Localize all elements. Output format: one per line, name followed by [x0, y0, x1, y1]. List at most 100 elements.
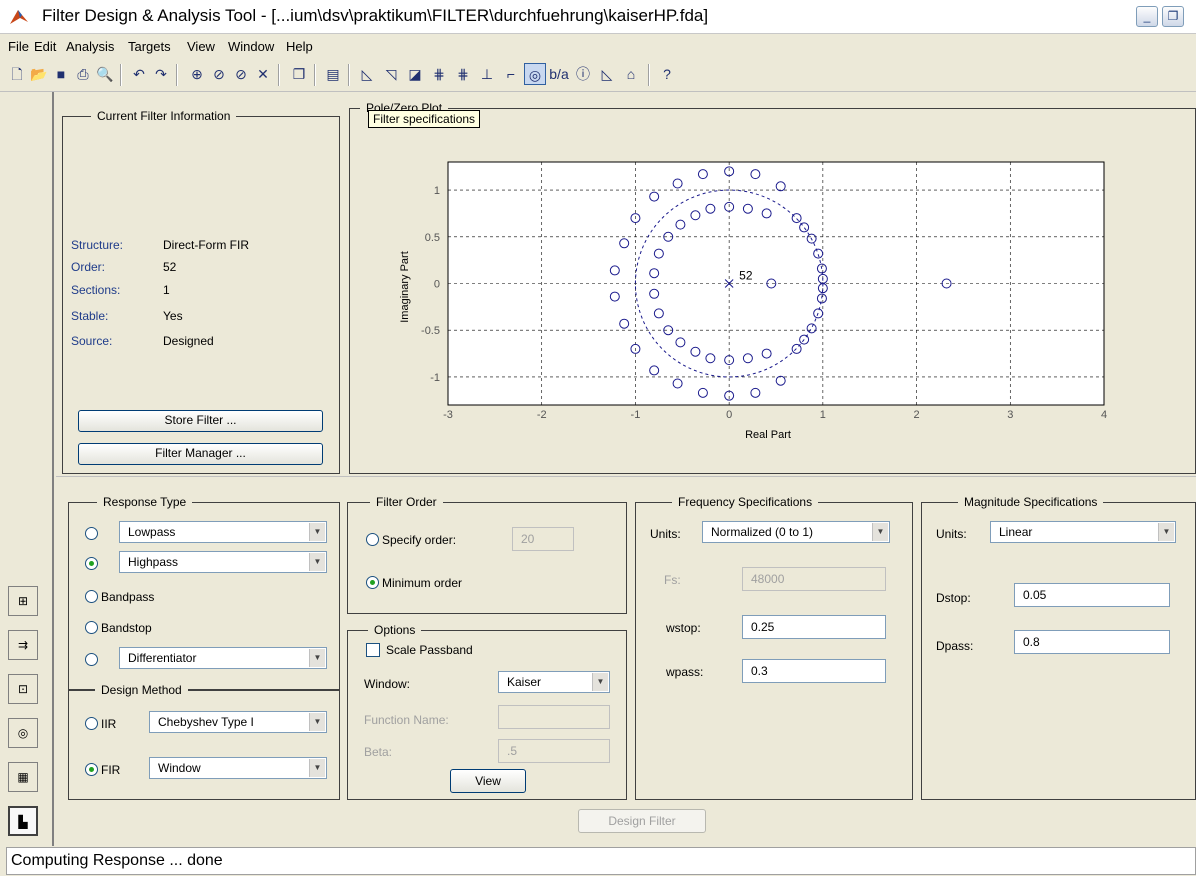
zoom-in-icon[interactable]: ⊕ — [186, 63, 208, 85]
lowpass-dropdown[interactable]: Lowpass ▼ — [119, 521, 327, 543]
specify-order-label[interactable]: Specify order: — [382, 533, 456, 547]
magnitude-icon[interactable]: ◺ — [356, 63, 378, 85]
menu-targets[interactable]: Targets — [128, 39, 171, 54]
iir-radio[interactable] — [85, 717, 98, 730]
structure-value: Direct-Form FIR — [163, 238, 249, 252]
menu-view[interactable]: View — [187, 39, 215, 54]
beta-label: Beta: — [364, 745, 393, 759]
new-icon[interactable]: 🗋 — [6, 63, 28, 85]
y-tick-label: 0.5 — [425, 232, 440, 244]
coefficients-icon[interactable]: b/a — [548, 63, 570, 85]
import-filter-icon[interactable]: ▦ — [8, 762, 38, 792]
minimum-order-label[interactable]: Minimum order — [382, 576, 462, 590]
menu-edit[interactable]: Edit — [34, 39, 56, 54]
stable-value: Yes — [163, 309, 183, 323]
pole-zero-editor-icon[interactable]: ◎ — [8, 718, 38, 748]
window-label: Window: — [364, 677, 411, 691]
filter-manager-button[interactable]: Filter Manager ... — [78, 443, 323, 465]
specify-order-radio[interactable] — [366, 533, 379, 546]
chevron-down-icon: ▼ — [872, 523, 888, 541]
zoom-x-icon[interactable]: ⊘ — [208, 63, 230, 85]
full-view-icon[interactable]: ✕ — [252, 63, 274, 85]
minimize-button[interactable]: _ — [1136, 6, 1158, 27]
bandstop-label[interactable]: Bandstop — [101, 621, 152, 635]
pole-zero-icon[interactable]: ◎ — [524, 63, 546, 85]
open-icon[interactable]: 📂 — [28, 63, 50, 85]
redo-icon[interactable]: ↷ — [150, 63, 172, 85]
print-preview-icon[interactable]: 🔍 — [94, 63, 116, 85]
lowpass-radio[interactable] — [85, 527, 98, 540]
fir-method-dropdown[interactable]: Window ▼ — [149, 757, 327, 779]
quantize-icon[interactable]: ⊡ — [8, 674, 38, 704]
chevron-down-icon: ▼ — [309, 523, 325, 541]
freq-units-value: Normalized (0 to 1) — [711, 525, 814, 539]
options-panel: Options Scale Passband Window: Kaiser ▼ F… — [347, 623, 627, 800]
iir-method-dropdown[interactable]: Chebyshev Type I ▼ — [149, 711, 327, 733]
menu-analysis[interactable]: Analysis — [66, 39, 114, 54]
phase-icon[interactable]: ◹ — [380, 63, 402, 85]
fir-label[interactable]: FIR — [101, 763, 120, 777]
scale-passband-label[interactable]: Scale Passband — [386, 643, 473, 657]
freq-units-dropdown[interactable]: Normalized (0 to 1) ▼ — [702, 521, 890, 543]
highpass-dropdown[interactable]: Highpass ▼ — [119, 551, 327, 573]
differentiator-radio[interactable] — [85, 653, 98, 666]
round-off-icon[interactable]: ⌂ — [620, 63, 642, 85]
dpass-field[interactable]: 0.8 — [1014, 630, 1170, 654]
differentiator-dropdown[interactable]: Differentiator ▼ — [119, 647, 327, 669]
function-name-field[interactable] — [498, 705, 610, 729]
mag-units-label: Units: — [936, 527, 967, 541]
realize-model-icon[interactable]: ⇉ — [8, 630, 38, 660]
y-tick-label: 1 — [434, 185, 440, 197]
filter-spec-icon[interactable]: ▤ — [322, 63, 344, 85]
menu-help[interactable]: Help — [286, 39, 313, 54]
menu-file[interactable]: File — [8, 39, 29, 54]
transform-filter-icon[interactable]: ⊞ — [8, 586, 38, 616]
bandpass-radio[interactable] — [85, 590, 98, 603]
beta-field[interactable]: .5 — [498, 739, 610, 763]
title-bar: Filter Design & Analysis Tool - [...ium\… — [0, 0, 1196, 34]
dstop-field[interactable]: 0.05 — [1014, 583, 1170, 607]
print-icon[interactable]: ⎙ — [72, 63, 94, 85]
bandstop-radio[interactable] — [85, 621, 98, 634]
response-type-title: Response Type — [97, 495, 193, 509]
save-icon[interactable]: ■ — [50, 63, 72, 85]
impulse-icon[interactable]: ⊥ — [476, 63, 498, 85]
phase-delay-icon[interactable]: ⋕ — [452, 63, 474, 85]
mag-units-dropdown[interactable]: Linear ▼ — [990, 521, 1176, 543]
minimum-order-radio[interactable] — [366, 576, 379, 589]
wpass-field[interactable]: 0.3 — [742, 659, 886, 683]
scale-passband-checkbox[interactable] — [366, 643, 380, 657]
whats-this-icon[interactable]: ? — [656, 63, 678, 85]
bandpass-label[interactable]: Bandpass — [101, 590, 154, 604]
step-icon[interactable]: ⌐ — [500, 63, 522, 85]
fir-radio[interactable] — [85, 763, 98, 776]
magnitude-estimate-icon[interactable]: ◺ — [596, 63, 618, 85]
frequency-specs-panel: Frequency Specifications Units: Normaliz… — [635, 495, 913, 800]
wstop-field[interactable]: 0.25 — [742, 615, 886, 639]
menu-window[interactable]: Window — [228, 39, 274, 54]
restore-button[interactable]: ❐ — [1162, 6, 1184, 27]
zoom-y-icon[interactable]: ⊘ — [230, 63, 252, 85]
highpass-radio[interactable] — [85, 557, 98, 570]
dstop-label: Dstop: — [936, 591, 971, 605]
window-dropdown[interactable]: Kaiser ▼ — [498, 671, 610, 693]
group-delay-icon[interactable]: ⋕ — [428, 63, 450, 85]
iir-label[interactable]: IIR — [101, 717, 116, 731]
view-button[interactable]: View — [450, 769, 526, 793]
y-tick-label: 0 — [434, 279, 440, 291]
mag-phase-icon[interactable]: ◪ — [404, 63, 426, 85]
fs-field[interactable]: 48000 — [742, 567, 886, 591]
order-field[interactable]: 20 — [512, 527, 574, 551]
chevron-down-icon: ▼ — [309, 649, 325, 667]
design-filter-button[interactable]: Design Filter — [578, 809, 706, 833]
store-filter-button[interactable]: Store Filter ... — [78, 410, 323, 432]
x-tick-label: 2 — [914, 409, 920, 421]
undo-icon[interactable]: ↶ — [128, 63, 150, 85]
x-tick-label: 3 — [1007, 409, 1013, 421]
design-filter-icon[interactable]: ▙ — [8, 806, 38, 836]
chevron-down-icon: ▼ — [309, 713, 325, 731]
new-figure-icon[interactable]: ❐ — [288, 63, 310, 85]
magnitude-specs-title: Magnitude Specifications — [958, 495, 1104, 509]
differentiator-value: Differentiator — [128, 651, 197, 665]
info-icon[interactable]: ⓘ — [572, 63, 594, 85]
